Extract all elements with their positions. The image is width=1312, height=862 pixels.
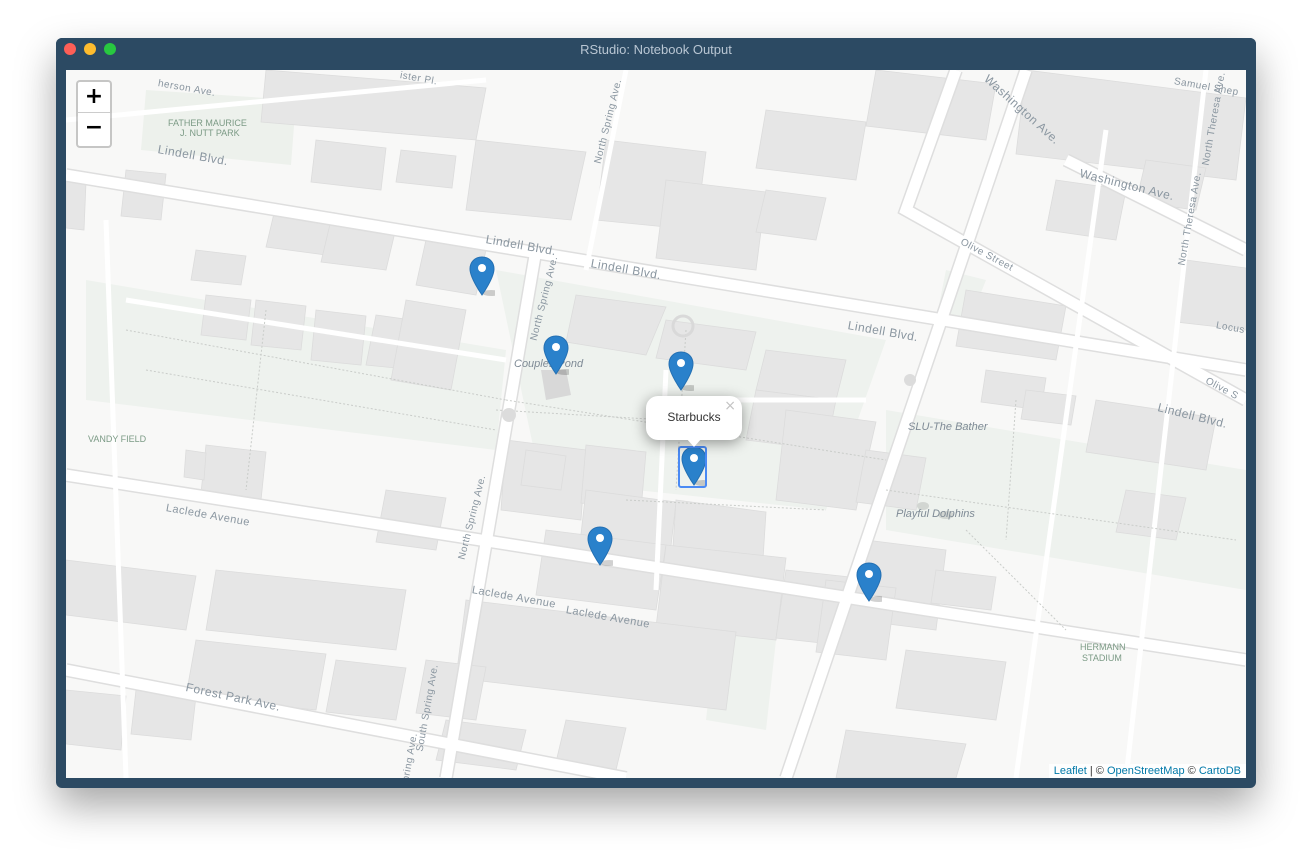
attribution-separator: | © xyxy=(1086,765,1107,777)
map-label-park: J. NUTT PARK xyxy=(180,128,240,138)
map-marker-icon[interactable] xyxy=(587,526,618,566)
selected-marker-focus xyxy=(678,446,707,488)
window-title: RStudio: Notebook Output xyxy=(580,42,732,57)
attribution-separator: © xyxy=(1184,765,1199,777)
map-label-park: FATHER MAURICE xyxy=(168,118,247,128)
zoom-control: + − xyxy=(76,80,112,148)
zoom-in-button[interactable]: + xyxy=(78,82,110,113)
map-label-stadium: STADIUM xyxy=(1082,653,1122,663)
map-label-poi: Playful Dolphins xyxy=(896,508,975,520)
cartodb-link[interactable]: CartoDB xyxy=(1199,765,1241,777)
map-marker-icon[interactable] xyxy=(543,335,574,375)
leaflet-map[interactable]: FATHER MAURICE J. NUTT PARK VANDY FIELD … xyxy=(66,70,1246,778)
popup-tip xyxy=(686,438,702,447)
map-label-field: VANDY FIELD xyxy=(88,434,147,444)
map-label-poi: SLU-The Bather xyxy=(908,421,988,433)
marker-popup: × Starbucks xyxy=(646,396,742,447)
leaflet-link[interactable]: Leaflet xyxy=(1054,765,1087,777)
map-attribution: Leaflet | © OpenStreetMap © CartoDB xyxy=(1048,764,1246,778)
title-bar[interactable]: RStudio: Notebook Output xyxy=(56,38,1256,60)
map-marker-icon[interactable] xyxy=(856,562,887,602)
map-marker-icon[interactable] xyxy=(469,256,500,296)
notebook-output-window: RStudio: Notebook Output FATHER MAURICE … xyxy=(56,38,1256,788)
zoom-out-button[interactable]: − xyxy=(78,113,110,143)
openstreetmap-link[interactable]: OpenStreetMap xyxy=(1107,765,1185,777)
map-label-stadium: HERMANN xyxy=(1080,642,1126,652)
popup-text: Starbucks xyxy=(667,410,721,424)
map-marker-icon[interactable] xyxy=(668,351,699,391)
